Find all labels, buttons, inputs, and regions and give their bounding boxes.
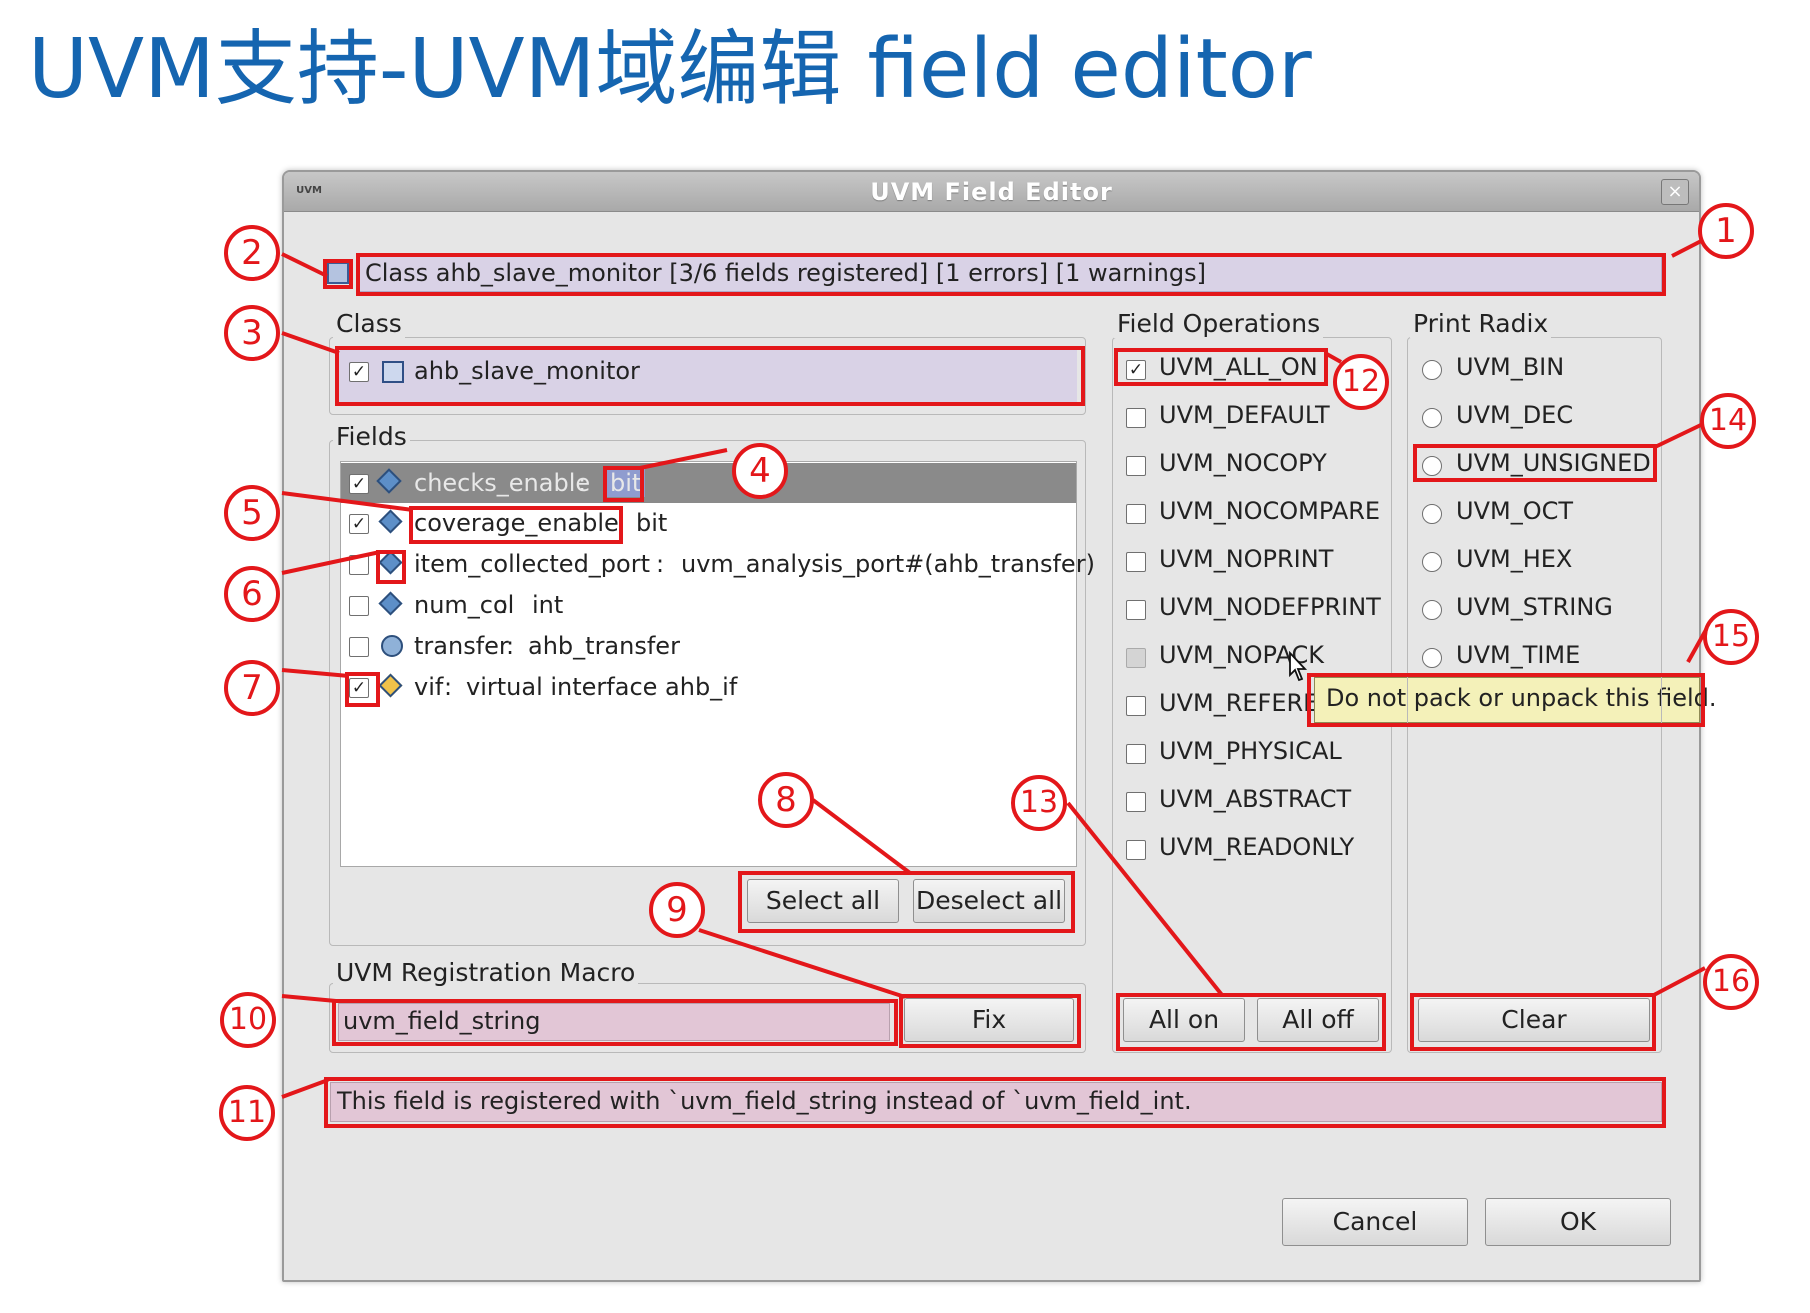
annotation-badge-3: 3	[224, 305, 280, 361]
annotation-badge-14: 14	[1700, 393, 1756, 449]
annotation-badge-7: 7	[224, 660, 280, 716]
annotation-box-8	[738, 871, 1075, 933]
field-op-label: UVM_NOCOMPARE	[1159, 497, 1381, 525]
annotation-box-15	[1307, 673, 1705, 727]
annotation-badge-2: 2	[224, 225, 280, 281]
field-checkbox-checks-enable[interactable]: ✓	[349, 474, 369, 494]
radix-label: UVM_DEC	[1456, 401, 1574, 429]
field-type-coverage-enable: bit	[636, 509, 668, 537]
field-name-checks-enable: checks_enable	[414, 469, 591, 497]
annotation-badge-16: 16	[1703, 954, 1759, 1010]
annotation-box-10	[332, 999, 898, 1046]
field-sep-vif: :	[444, 673, 453, 701]
annotation-badge-12: 12	[1333, 354, 1389, 410]
radix-radio[interactable]	[1422, 600, 1442, 620]
field-op-label: UVM_NOCOPY	[1159, 449, 1327, 477]
field-op-label: UVM_REFERE	[1159, 689, 1319, 717]
radix-radio[interactable]	[1422, 648, 1442, 668]
radix-label: UVM_OCT	[1456, 497, 1573, 525]
annotation-box-3	[335, 346, 1085, 406]
cancel-button[interactable]: Cancel	[1282, 1198, 1468, 1246]
slide-title: UVM支持-UVM域编辑 field editor	[28, 22, 1312, 117]
field-checkbox-num-col[interactable]	[349, 596, 369, 616]
field-op-label: UVM_NOPRINT	[1159, 545, 1334, 573]
annotation-box-13	[1116, 993, 1386, 1051]
radix-radio[interactable]	[1422, 360, 1442, 380]
annotation-badge-1: 1	[1698, 203, 1754, 259]
annotation-badge-6: 6	[224, 566, 280, 622]
dialog-titlebar[interactable]: UVM UVM Field Editor ×	[284, 172, 1699, 212]
annotation-badge-15: 15	[1703, 609, 1759, 665]
fields-group-label: Fields	[333, 422, 410, 451]
class-group-label: Class	[333, 309, 405, 338]
field-sep-num-col: :	[500, 591, 509, 619]
field-checkbox-item-collected-port[interactable]	[349, 555, 369, 575]
object-icon	[381, 635, 403, 657]
annotation-box-11	[324, 1077, 1666, 1128]
field-op-checkbox[interactable]	[1126, 600, 1146, 620]
annotation-badge-5: 5	[224, 485, 280, 541]
dialog-title: UVM Field Editor	[870, 178, 1113, 206]
radix-radio[interactable]	[1422, 552, 1442, 572]
annotation-box-7	[345, 672, 380, 707]
field-op-label: UVM_READONLY	[1159, 833, 1355, 861]
annotation-box-2	[323, 259, 353, 289]
radix-radio[interactable]	[1422, 504, 1442, 524]
field-op-label: UVM_DEFAULT	[1159, 401, 1330, 429]
annotation-box-1	[356, 253, 1666, 296]
field-sep-item-collected-port: :	[656, 550, 665, 578]
field-op-checkbox[interactable]	[1126, 696, 1146, 716]
field-type-vif: virtual interface ahb_if	[466, 673, 738, 701]
radix-label: UVM_BIN	[1456, 353, 1565, 381]
field-type-num-col: int	[532, 591, 564, 619]
field-op-checkbox[interactable]	[1126, 792, 1146, 812]
field-op-checkbox[interactable]	[1126, 648, 1146, 668]
field-op-checkbox[interactable]	[1126, 744, 1146, 764]
annotation-box-4	[603, 466, 644, 502]
field-type-transfer: ahb_transfer	[528, 632, 680, 660]
annotation-badge-11: 11	[219, 1085, 275, 1141]
annotation-box-12	[1114, 348, 1328, 386]
annotation-badge-13: 13	[1011, 775, 1067, 831]
field-name-vif: vif	[414, 673, 444, 701]
annotation-badge-4: 4	[732, 443, 788, 499]
radix-label: UVM_TIME	[1456, 641, 1581, 669]
annotation-badge-9: 9	[649, 882, 705, 938]
radix-label: UVM_HEX	[1456, 545, 1573, 573]
annotation-box-5	[409, 506, 623, 544]
annotation-box-14	[1413, 444, 1657, 482]
ok-button[interactable]: OK	[1485, 1198, 1671, 1246]
field-name-item-collected-port: item_collected_port	[414, 550, 651, 578]
annotation-badge-10: 10	[220, 992, 276, 1048]
field-op-checkbox[interactable]	[1126, 840, 1146, 860]
field-checkbox-transfer[interactable]	[349, 637, 369, 657]
radix-radio[interactable]	[1422, 408, 1442, 428]
field-op-label: UVM_PHYSICAL	[1159, 737, 1342, 765]
field-type-item-collected-port: uvm_analysis_port#(ahb_transfer)	[681, 550, 1095, 578]
annotation-box-9	[899, 994, 1081, 1048]
field-op-checkbox[interactable]	[1126, 504, 1146, 524]
field-op-label: UVM_NODEFPRINT	[1159, 593, 1381, 621]
radix-label: UVM_STRING	[1456, 593, 1613, 621]
field-operations-label: Field Operations	[1114, 309, 1324, 338]
field-op-checkbox[interactable]	[1126, 552, 1146, 572]
macro-group-label: UVM Registration Macro	[333, 958, 639, 987]
annotation-box-16	[1410, 993, 1656, 1051]
close-icon[interactable]: ×	[1661, 179, 1689, 205]
field-sep-transfer: :	[506, 632, 515, 660]
field-sep-checks-enable: :	[578, 469, 587, 497]
annotation-badge-8: 8	[758, 772, 814, 828]
field-checkbox-coverage-enable[interactable]: ✓	[349, 514, 369, 534]
annotation-box-6	[376, 550, 406, 584]
field-op-checkbox[interactable]	[1126, 408, 1146, 428]
field-op-label: UVM_ABSTRACT	[1159, 785, 1352, 813]
field-name-transfer: transfer	[414, 632, 509, 660]
field-op-checkbox[interactable]	[1126, 456, 1146, 476]
print-radix-label: Print Radix	[1410, 309, 1552, 338]
